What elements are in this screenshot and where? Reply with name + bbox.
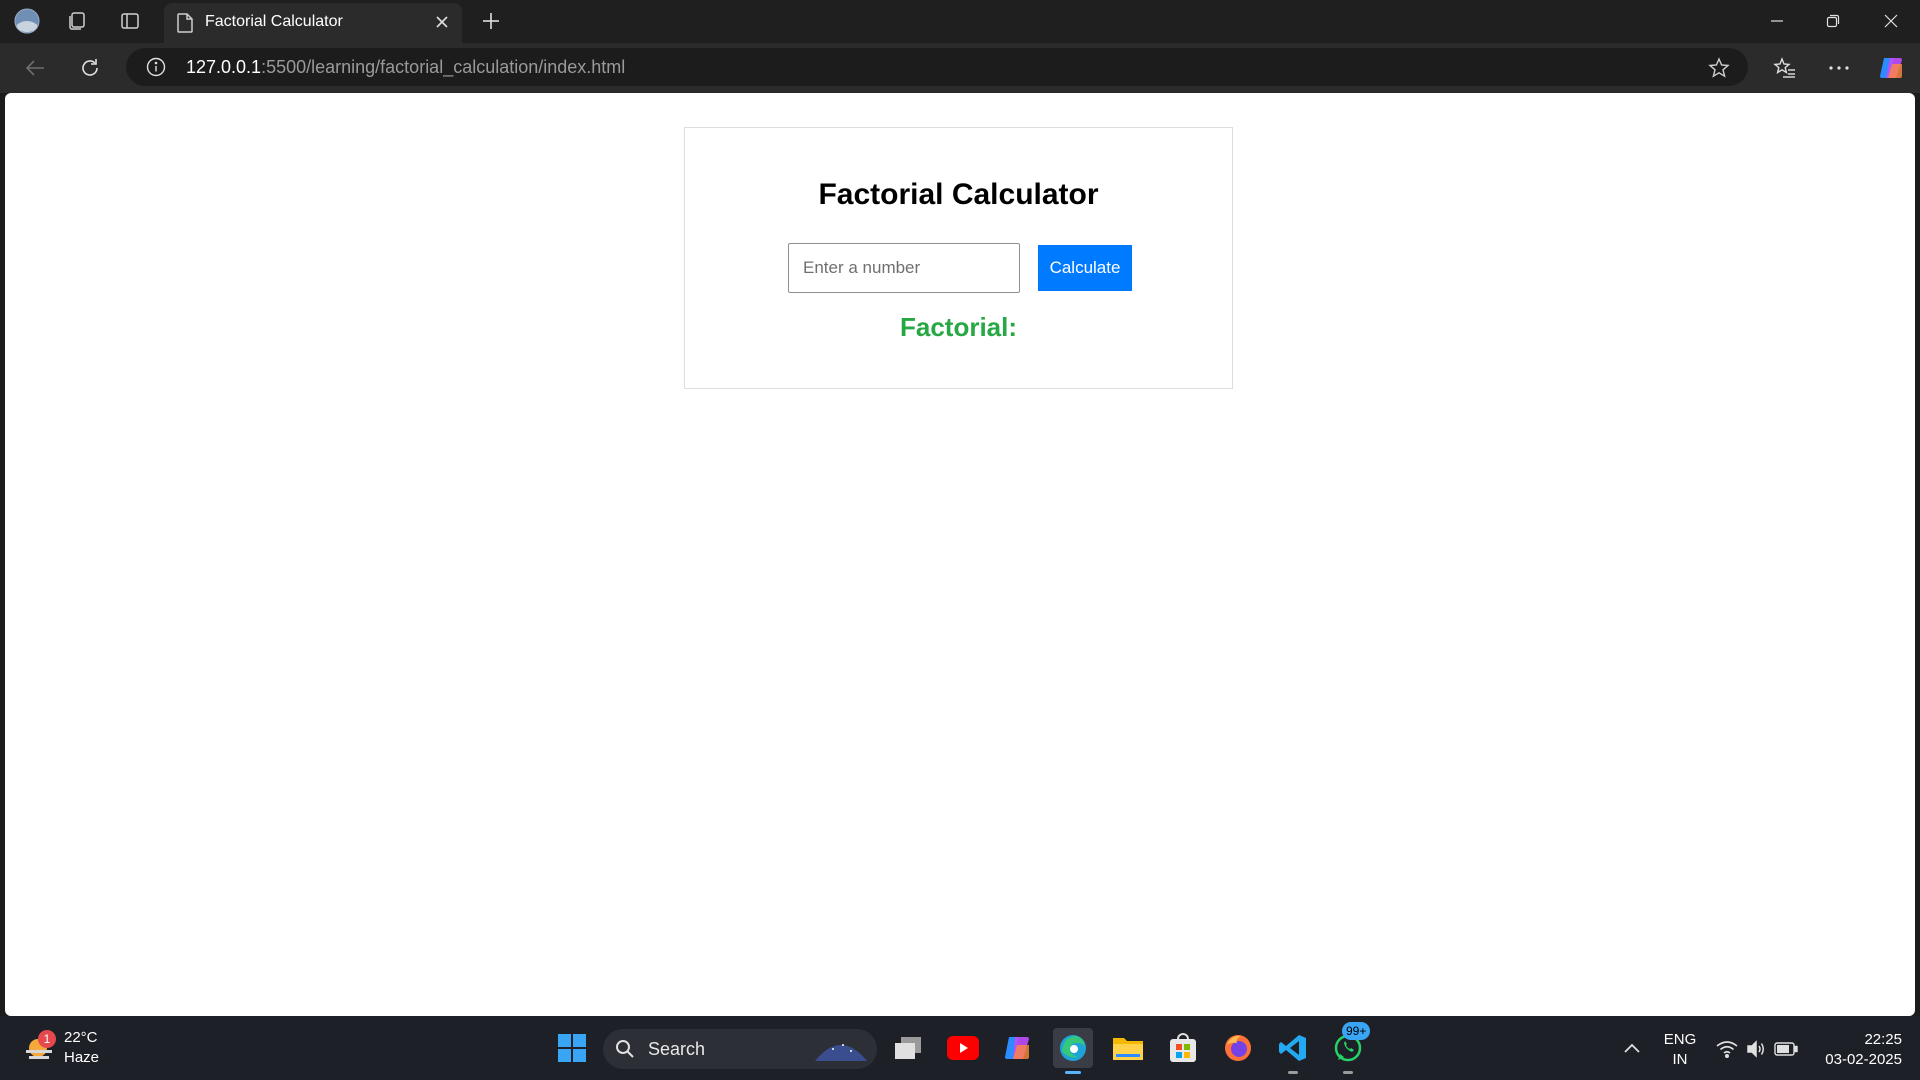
file-explorer-icon[interactable] — [1108, 1028, 1148, 1068]
whatsapp-badge: 99+ — [1342, 1022, 1371, 1040]
calculator-card: Factorial Calculator Calculate Factorial… — [684, 127, 1233, 389]
browser-title-bar: Factorial Calculator — [0, 0, 1920, 43]
language-bottom[interactable]: IN — [1660, 1050, 1700, 1069]
weather-badge: 1 — [38, 1030, 56, 1048]
profile-avatar-icon[interactable] — [14, 8, 40, 34]
chevron-up-icon[interactable] — [1612, 1028, 1652, 1068]
calculate-button[interactable]: Calculate — [1038, 245, 1132, 291]
page-viewport: Factorial Calculator Calculate Factorial… — [5, 93, 1915, 1016]
volume-icon[interactable] — [1746, 1040, 1766, 1063]
running-indicator — [1343, 1071, 1353, 1074]
running-indicator — [1288, 1071, 1298, 1074]
close-tab-icon[interactable] — [434, 14, 450, 35]
workspaces-icon[interactable] — [64, 8, 90, 34]
search-icon — [615, 1039, 635, 1064]
search-label: Search — [648, 1039, 706, 1059]
weather-icon[interactable]: 1 — [24, 1030, 56, 1066]
wifi-icon[interactable] — [1716, 1040, 1738, 1063]
battery-icon[interactable] — [1774, 1042, 1798, 1061]
search-highlight-icon — [813, 1035, 869, 1068]
favorite-star-icon[interactable] — [1708, 57, 1730, 84]
page-icon — [176, 13, 194, 38]
microsoft-store-icon[interactable] — [1163, 1028, 1203, 1068]
edge-browser-icon[interactable] — [1053, 1028, 1093, 1074]
back-arrow-icon[interactable] — [20, 53, 50, 83]
refresh-icon[interactable] — [75, 53, 105, 83]
restore-icon[interactable] — [1818, 8, 1848, 34]
copilot-app-icon[interactable] — [998, 1028, 1038, 1068]
browser-toolbar: 127.0.0.1:5500/learning/factorial_calcul… — [0, 43, 1920, 93]
weather-temp: 22°C — [64, 1029, 98, 1046]
address-host: 127.0.0.1 — [186, 57, 262, 77]
new-tab-icon[interactable] — [478, 8, 504, 34]
minimize-icon[interactable] — [1762, 8, 1792, 34]
clock-date[interactable]: 03-02-2025 — [1812, 1050, 1902, 1069]
tab-factorial-calculator[interactable]: Factorial Calculator — [164, 3, 462, 43]
vscode-icon[interactable] — [1273, 1028, 1313, 1074]
site-info-icon[interactable] — [146, 57, 166, 82]
youtube-icon[interactable] — [943, 1028, 983, 1068]
language-top[interactable]: ENG — [1660, 1030, 1700, 1049]
active-indicator — [1065, 1071, 1081, 1074]
weather-desc: Haze — [64, 1049, 100, 1066]
tab-title: Factorial Calculator — [205, 13, 343, 30]
close-window-icon[interactable] — [1876, 8, 1906, 34]
whatsapp-icon[interactable]: 99+ — [1328, 1022, 1371, 1074]
windows-start-icon[interactable] — [552, 1028, 592, 1068]
vertical-tabs-icon[interactable] — [117, 8, 143, 34]
favorites-icon[interactable] — [1770, 53, 1800, 83]
address-bar[interactable]: 127.0.0.1:5500/learning/factorial_calcul… — [126, 48, 1748, 86]
address-url: 127.0.0.1:5500/learning/factorial_calcul… — [186, 57, 625, 78]
taskbar-search[interactable]: Search — [603, 1029, 877, 1069]
more-options-icon[interactable] — [1824, 53, 1854, 83]
task-view-icon[interactable] — [888, 1028, 928, 1068]
clock-time[interactable]: 22:25 — [1812, 1030, 1902, 1049]
copilot-icon[interactable] — [1877, 53, 1907, 83]
factorial-result: Factorial: — [899, 312, 1018, 342]
firefox-icon[interactable] — [1218, 1028, 1258, 1068]
taskbar: 1 22°C Haze Search 99+ ENG IN 22:25 03-0… — [0, 1016, 1920, 1080]
page-title: Factorial Calculator — [818, 178, 1099, 211]
number-input[interactable] — [788, 243, 1020, 293]
address-path: :5500/learning/factorial_calculation/ind… — [261, 57, 626, 77]
